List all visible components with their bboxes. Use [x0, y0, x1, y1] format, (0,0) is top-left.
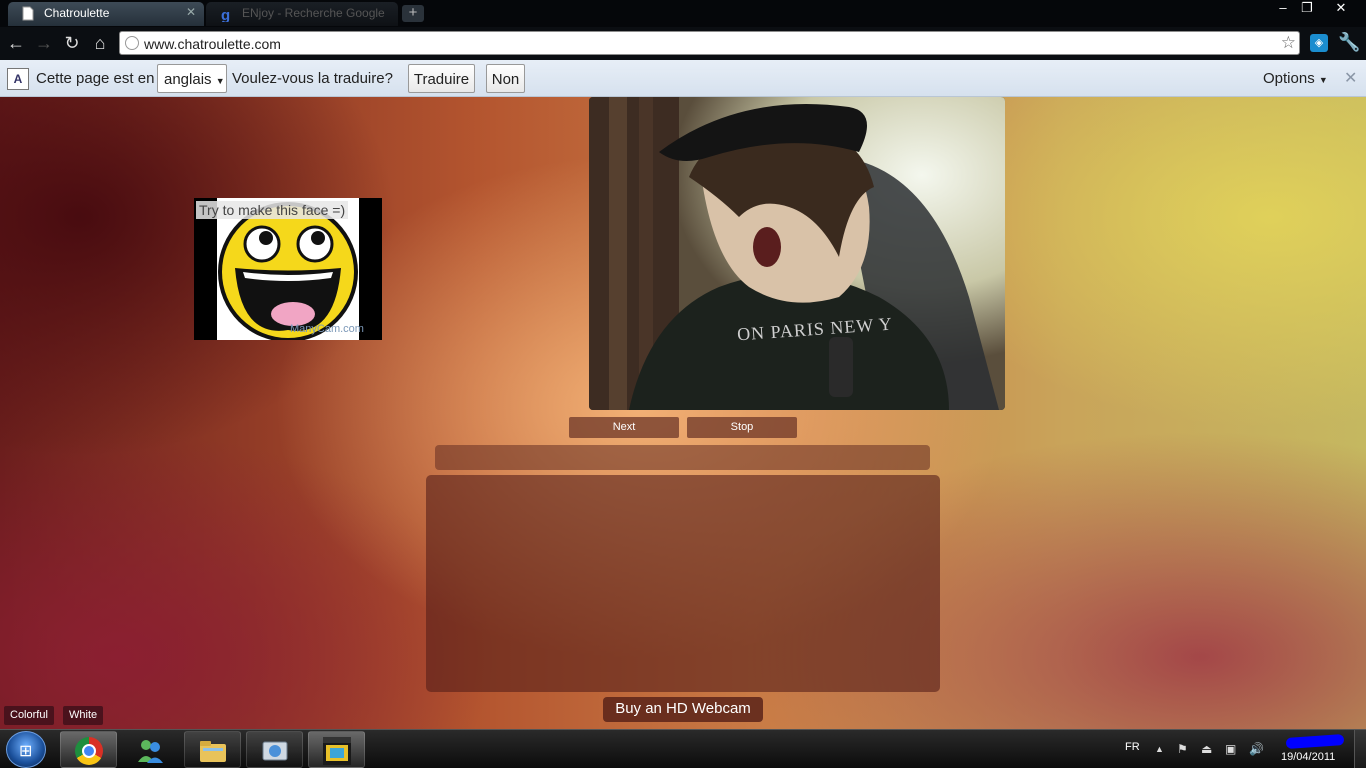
reload-button[interactable]: ↻	[61, 32, 83, 54]
chat-log-area	[426, 475, 940, 692]
self-video-caption: Try to make this face =)	[196, 201, 349, 219]
no-translate-button[interactable]: Non	[486, 64, 525, 93]
minimize-button[interactable]: –	[1270, 0, 1296, 18]
close-tab-icon[interactable]: ✕	[186, 5, 196, 19]
tab-title: ENjoy - Recherche Google	[242, 6, 385, 20]
forward-button[interactable]: →	[33, 32, 55, 54]
options-label: Options	[1263, 70, 1315, 87]
translate-icon: A	[7, 68, 29, 90]
tab-chatroulette[interactable]: Chatroulette ✕	[8, 2, 204, 26]
windows-taskbar: ⊞ FR ▲ ⚑ ⏏ ▣ 🔊 19/04/2011	[0, 729, 1366, 768]
manycam-watermark: ManyCam.com	[290, 323, 364, 335]
globe-icon	[125, 36, 139, 50]
self-webcam-video: Try to make this face =) ManyCam.com	[194, 198, 382, 340]
film-studio-icon	[323, 737, 351, 765]
folder-icon	[199, 737, 227, 765]
tab-google-search[interactable]: g ENjoy - Recherche Google	[206, 2, 398, 26]
chatroulette-page: Try to make this face =) ManyCam.com ON …	[0, 97, 1366, 729]
address-bar[interactable]: www.chatroulette.com ☆	[119, 31, 1300, 55]
chrome-icon	[75, 737, 103, 765]
svg-text:g: g	[221, 7, 230, 22]
buy-webcam-button[interactable]: Buy an HD Webcam	[603, 697, 763, 722]
volume-icon[interactable]: 🔊	[1249, 742, 1264, 756]
show-hidden-icons-icon[interactable]: ▲	[1155, 744, 1164, 754]
chat-message-input[interactable]	[435, 445, 930, 470]
extension-icon[interactable]: ◈	[1310, 34, 1328, 52]
taskbar-explorer[interactable]	[184, 731, 241, 768]
language-value: anglais	[164, 71, 212, 88]
theme-white-button[interactable]: White	[63, 706, 104, 725]
bookmark-star-icon[interactable]: ☆	[1281, 33, 1296, 53]
taskbar-photo-viewer[interactable]	[246, 731, 303, 768]
restore-button[interactable]: ❐	[1294, 0, 1320, 18]
home-button[interactable]: ⌂	[89, 32, 111, 54]
close-window-button[interactable]: ✕	[1328, 0, 1354, 18]
language-select[interactable]: anglais ▼	[157, 64, 227, 93]
action-center-flag-icon[interactable]: ⚑	[1177, 742, 1188, 756]
taskbar-messenger[interactable]	[122, 731, 179, 768]
tab-title: Chatroulette	[44, 6, 110, 20]
language-indicator[interactable]: FR	[1125, 741, 1140, 753]
windows-logo-icon: ⊞	[19, 743, 33, 760]
back-button[interactable]: ←	[5, 32, 27, 54]
awesome-face-image	[217, 198, 359, 340]
clock-date[interactable]: 19/04/2011	[1281, 751, 1335, 763]
redacted-time-scribble	[1285, 733, 1345, 750]
address-text[interactable]: www.chatroulette.com	[144, 36, 281, 52]
translate-prefix: Cette page est en	[36, 70, 155, 87]
page-icon	[22, 6, 36, 22]
google-icon: g	[220, 6, 234, 24]
close-infobar-icon[interactable]: ✕	[1344, 68, 1357, 88]
stop-button[interactable]: Stop	[687, 417, 797, 438]
network-icon[interactable]: ▣	[1225, 742, 1236, 756]
partner-webcam-video: ON PARIS NEW Y	[589, 97, 1005, 410]
browser-titlebar: Chatroulette ✕ g ENjoy - Recherche Googl…	[0, 0, 1366, 27]
new-tab-button[interactable]: +	[402, 5, 424, 22]
messenger-icon	[136, 736, 164, 764]
next-button[interactable]: Next	[569, 417, 679, 438]
translate-infobar: A Cette page est en anglais ▼ Voulez-vou…	[0, 60, 1366, 97]
theme-colorful-button[interactable]: Colorful	[4, 706, 54, 725]
taskbar-movie-studio[interactable]	[308, 731, 365, 768]
taskbar-chrome[interactable]	[60, 731, 117, 768]
photo-viewer-icon	[261, 737, 289, 765]
wrench-menu-icon[interactable]: 🔧	[1338, 32, 1360, 53]
translate-question: Voulez-vous la traduire?	[232, 70, 393, 87]
show-desktop-button[interactable]	[1354, 730, 1366, 768]
translate-button[interactable]: Traduire	[408, 64, 475, 93]
chevron-down-icon: ▼	[215, 76, 225, 86]
safely-remove-hardware-icon[interactable]: ⏏	[1201, 742, 1212, 756]
options-menu[interactable]: Options ▼	[1263, 70, 1328, 87]
start-button[interactable]: ⊞	[6, 731, 46, 768]
chevron-down-icon: ▼	[1318, 75, 1328, 85]
